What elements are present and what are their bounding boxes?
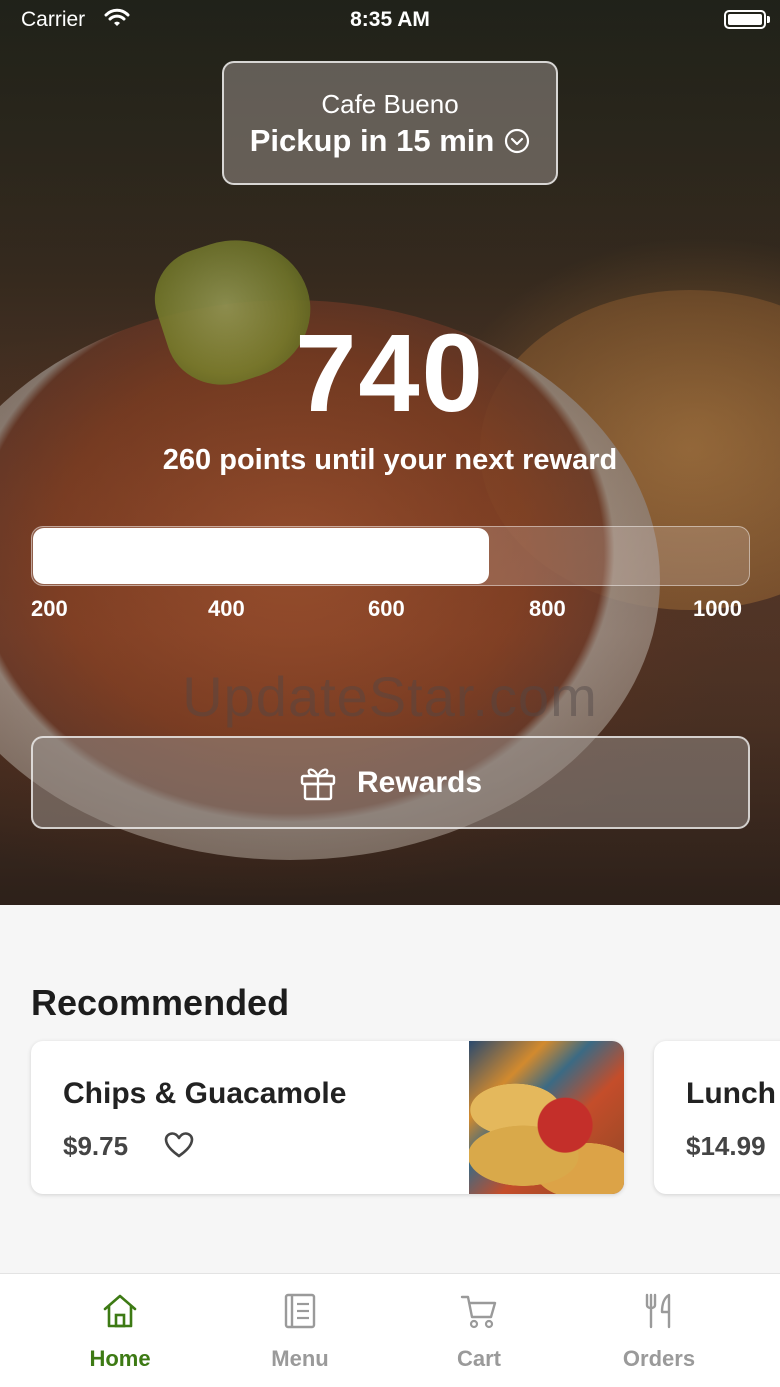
item-photo (469, 1041, 624, 1194)
status-bar: Carrier 8:35 AM (0, 0, 780, 40)
pickup-time-row: Pickup in 15 min (224, 123, 556, 159)
hero-banner: Carrier 8:35 AM Cafe Bueno Pickup in 15 … (0, 0, 780, 905)
recommended-title: Recommended (31, 982, 290, 1023)
battery-icon (724, 10, 770, 29)
tab-label: Orders (622, 1346, 696, 1371)
cart-icon (460, 1295, 497, 1329)
tab-orders[interactable]: Orders (569, 1274, 749, 1387)
item-price: $14.99 (686, 1131, 766, 1161)
tab-home[interactable]: Home (30, 1274, 210, 1387)
store-name: Cafe Bueno (321, 89, 459, 119)
menu-icon (284, 1293, 316, 1329)
progress-tick-labels: 200 400 600 800 1000 (31, 596, 750, 624)
app-screen: Carrier 8:35 AM Cafe Bueno Pickup in 15 … (0, 0, 780, 1387)
recommended-item-card[interactable]: Chips & Guacamole $9.75 (31, 1041, 624, 1194)
gift-icon (300, 768, 336, 800)
item-name: Lunch (686, 1077, 776, 1110)
tab-bar: Home Menu Cart Orders (0, 1273, 780, 1387)
tab-label: Home (89, 1346, 151, 1371)
points-caption: 260 points until your next reward (162, 444, 618, 476)
tab-label: Cart (456, 1346, 501, 1371)
home-icon (103, 1294, 137, 1328)
rewards-button[interactable]: Rewards (31, 736, 750, 829)
item-price: $9.75 (63, 1131, 129, 1161)
progress-tick-label: 200 (31, 596, 68, 621)
progress-tick-label: 1000 (693, 596, 742, 621)
progress-tick-label: 800 (529, 596, 566, 621)
utensils-icon (645, 1293, 671, 1329)
progress-tick-label: 400 (208, 596, 245, 621)
recommended-item-card[interactable]: Lunch $14.99 (654, 1041, 780, 1194)
tab-label: Menu (271, 1346, 329, 1371)
points-balance: 740 (295, 312, 485, 435)
rewards-progress-bar (31, 526, 750, 586)
rewards-progress-fill (33, 528, 489, 584)
chevron-down-circle-icon (505, 128, 530, 154)
favorite-heart-icon[interactable] (164, 1131, 194, 1159)
tab-menu[interactable]: Menu (210, 1274, 390, 1387)
pickup-time-label: Pickup in 15 min (249, 123, 495, 158)
pickup-location-selector[interactable]: Cafe Bueno Pickup in 15 min (222, 61, 558, 185)
watermark: UpdateStar.com (182, 665, 598, 728)
progress-tick-label: 600 (368, 596, 405, 621)
item-name: Chips & Guacamole (63, 1077, 347, 1110)
rewards-button-label: Rewards (356, 765, 483, 799)
clock: 8:35 AM (350, 8, 430, 31)
tab-cart[interactable]: Cart (389, 1274, 569, 1387)
